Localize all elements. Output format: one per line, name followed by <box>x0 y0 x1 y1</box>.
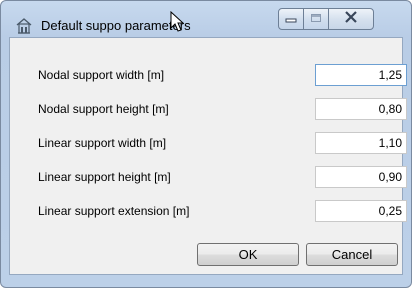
app-icon <box>15 17 33 35</box>
maximize-icon <box>310 10 322 28</box>
title-bar[interactable]: Default suppo​ parameters <box>1 1 411 37</box>
close-button[interactable] <box>328 8 374 30</box>
nodal-support-height-label: Nodal support height [m] <box>38 102 169 116</box>
linear-support-height-input[interactable] <box>315 166 407 188</box>
ok-button[interactable]: OK <box>197 243 299 266</box>
dialog-body: Nodal support width [m] Nodal support he… <box>9 37 407 275</box>
mouse-cursor-icon <box>169 10 187 33</box>
cancel-button[interactable]: Cancel <box>306 243 398 266</box>
nodal-support-height-input[interactable] <box>315 98 407 120</box>
dialog-window: Default suppo​ parameters <box>0 0 412 288</box>
close-icon <box>344 10 358 28</box>
linear-support-width-label: Linear support width [m] <box>38 136 167 150</box>
minimize-button[interactable] <box>278 8 304 30</box>
nodal-support-width-input[interactable] <box>315 64 407 86</box>
linear-support-extension-input[interactable] <box>315 200 407 222</box>
linear-support-extension-label: Linear support extension [m] <box>38 204 190 218</box>
minimize-icon <box>285 10 297 28</box>
linear-support-height-label: Linear support height [m] <box>38 170 171 184</box>
nodal-support-width-label: Nodal support width [m] <box>38 68 165 82</box>
window-controls <box>278 8 374 30</box>
maximize-button[interactable] <box>303 8 329 30</box>
linear-support-width-input[interactable] <box>315 132 407 154</box>
